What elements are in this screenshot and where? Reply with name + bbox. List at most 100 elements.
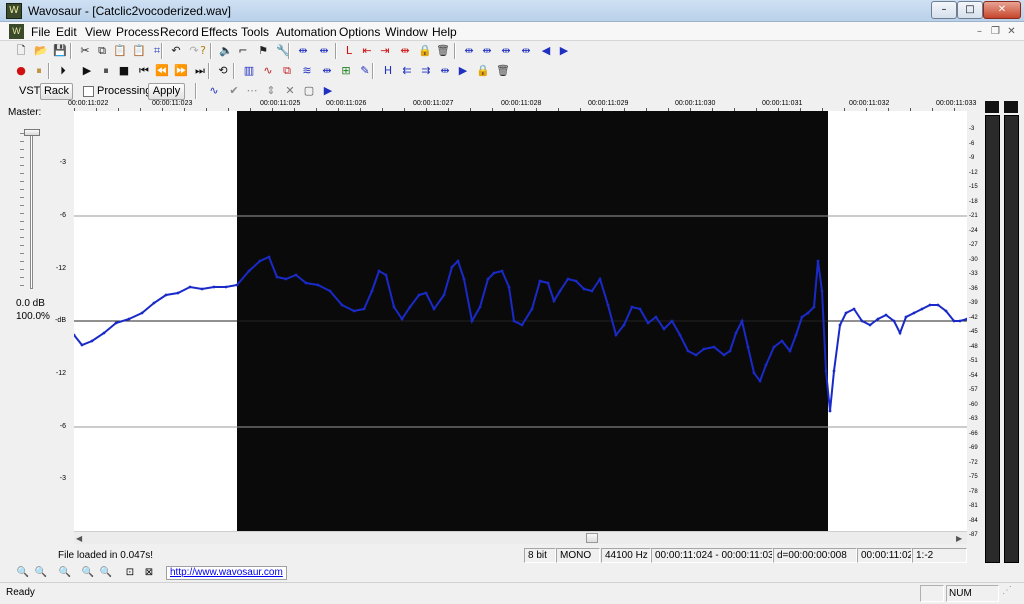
trim-icon[interactable]: ⌐: [235, 43, 251, 59]
check-icon[interactable]: ✔: [226, 83, 242, 99]
zoom-in-vertical-icon[interactable]: 🔍: [80, 565, 96, 581]
scroll-left-icon[interactable]: ◀: [76, 534, 82, 543]
normalize-icon[interactable]: ⇹: [295, 43, 311, 59]
menu-edit[interactable]: Edit: [56, 25, 77, 39]
stop-icon[interactable]: ■: [116, 63, 132, 79]
menu-file[interactable]: File: [31, 25, 50, 39]
pause-record-icon[interactable]: ⏸: [31, 63, 47, 79]
rewind-icon[interactable]: ⏪: [154, 63, 170, 79]
region-split-icon[interactable]: ⇹: [479, 43, 495, 59]
region-play-icon[interactable]: ▶: [455, 63, 471, 79]
lock-blue-icon[interactable]: 🔒: [475, 63, 491, 79]
region-join-icon[interactable]: ⇹: [498, 43, 514, 59]
grid-icon[interactable]: ⊞: [338, 63, 354, 79]
loop-blue-icon[interactable]: ⇹: [437, 63, 453, 79]
trash-blue-icon[interactable]: 🗑: [495, 63, 511, 79]
sample-point: [820, 289, 824, 293]
close-button[interactable]: ✕: [983, 1, 1021, 19]
menu-automation[interactable]: Automation: [276, 25, 337, 39]
next-region-icon[interactable]: ▶: [556, 43, 572, 59]
menu-help[interactable]: Help: [432, 25, 457, 39]
skip-start-icon[interactable]: ⏮: [136, 63, 152, 79]
automation-icon[interactable]: ∿: [206, 83, 222, 99]
delete-x-icon[interactable]: ✕: [282, 83, 298, 99]
toolbar-separator: [454, 43, 456, 59]
region-icon[interactable]: ⇹: [461, 43, 477, 59]
sample-point: [952, 319, 956, 323]
horizontal-scrollbar[interactable]: ◀ ▶: [74, 531, 967, 544]
copy-icon[interactable]: ⧉: [94, 43, 110, 59]
dotted-line-icon[interactable]: ⋯: [244, 83, 260, 99]
select-icon[interactable]: ▢: [301, 83, 317, 99]
menu-process[interactable]: Process: [116, 25, 159, 39]
envelope-icon[interactable]: ∿: [260, 63, 276, 79]
menu-tools[interactable]: Tools: [241, 25, 269, 39]
zoom-out-icon[interactable]: 🔍: [33, 565, 49, 581]
open-folder-icon[interactable]: 📂: [33, 43, 49, 59]
marker-blue-icon[interactable]: H: [380, 63, 396, 79]
save-icon[interactable]: 💾: [52, 43, 68, 59]
paste-new-icon[interactable]: 📋: [131, 43, 147, 59]
pause-icon[interactable]: ⏸: [98, 63, 114, 79]
document-icon[interactable]: W: [9, 24, 24, 39]
arrow-right-blue-icon[interactable]: ⇉: [418, 63, 434, 79]
resample-icon[interactable]: ⧉: [279, 63, 295, 79]
processing-checkbox[interactable]: [83, 86, 94, 97]
mdi-close-button[interactable]: ✕: [1004, 25, 1019, 39]
fast-forward-icon[interactable]: ⏩: [173, 63, 189, 79]
arrow-left-red-icon[interactable]: ⇤: [359, 43, 375, 59]
zoom-selection-icon[interactable]: ⊡: [122, 565, 138, 581]
record-icon[interactable]: ●: [13, 63, 29, 79]
maximize-button[interactable]: □: [957, 1, 983, 19]
undo-icon[interactable]: ↶: [168, 43, 184, 59]
loop-icon[interactable]: ⟲: [215, 63, 231, 79]
marker-red-icon[interactable]: L: [341, 43, 357, 59]
website-link[interactable]: http://www.wavosaur.com: [166, 566, 287, 580]
fade-icon[interactable]: ⇹: [316, 43, 332, 59]
zoom-out-vertical-icon[interactable]: 🔍: [98, 565, 114, 581]
speaker-icon[interactable]: 🔈: [218, 43, 234, 59]
loop-red-icon[interactable]: ⇹: [397, 43, 413, 59]
rack-button[interactable]: Rack: [40, 83, 73, 100]
mdi-restore-button[interactable]: ❐: [988, 25, 1003, 39]
lock-icon[interactable]: 🔒: [417, 43, 433, 59]
spectrum-icon[interactable]: ▥: [241, 63, 257, 79]
help-icon[interactable]: ?: [195, 43, 211, 59]
zoom-reset-icon[interactable]: ⊠: [141, 565, 157, 581]
region-move-icon[interactable]: ⇹: [518, 43, 534, 59]
arrow-left-blue-icon[interactable]: ⇇: [399, 63, 415, 79]
pin-icon[interactable]: ⇕: [263, 83, 279, 99]
play-from-start-icon[interactable]: ⏵: [55, 63, 71, 79]
db-scale-label: -21: [969, 213, 978, 219]
cut-icon[interactable]: ✂: [77, 43, 93, 59]
edit-marker-icon[interactable]: ⇹: [319, 63, 335, 79]
waveform-canvas[interactable]: [72, 111, 969, 531]
time-ruler[interactable]: 00:00:11:022 00:00:11:023 00:00:11:025 00:0…: [68, 100, 976, 112]
menu-window[interactable]: Window: [385, 25, 428, 39]
scroll-right-icon[interactable]: ▶: [956, 534, 962, 543]
arrow-right-red-icon[interactable]: ⇥: [377, 43, 393, 59]
menu-options[interactable]: Options: [339, 25, 380, 39]
waveform-view[interactable]: [72, 111, 969, 531]
waveform-icon[interactable]: ≋: [299, 63, 315, 79]
skip-end-icon[interactable]: ⏭: [192, 63, 208, 79]
marker-icon[interactable]: ⚑: [255, 43, 271, 59]
minimize-button[interactable]: –: [931, 1, 957, 19]
menu-effects[interactable]: Effects: [201, 25, 237, 39]
play-select-icon[interactable]: ▶: [320, 83, 336, 99]
master-slider-thumb[interactable]: [24, 129, 40, 136]
mdi-minimize-button[interactable]: –: [972, 25, 987, 39]
master-slider-track[interactable]: [30, 129, 33, 289]
menu-view[interactable]: View: [85, 25, 111, 39]
menu-record[interactable]: Record: [160, 25, 199, 39]
zoom-in-icon[interactable]: 🔍: [15, 565, 31, 581]
apply-button[interactable]: Apply: [148, 83, 185, 100]
prev-region-icon[interactable]: ◀: [538, 43, 554, 59]
trash-icon[interactable]: 🗑: [435, 43, 451, 59]
zoom-full-icon[interactable]: 🔍: [57, 565, 73, 581]
paste-icon[interactable]: 📋: [112, 43, 128, 59]
pencil-icon[interactable]: ✎: [357, 63, 373, 79]
scroll-thumb[interactable]: [586, 533, 598, 543]
play-icon[interactable]: ▶: [79, 63, 95, 79]
new-file-icon[interactable]: 🗋: [13, 43, 29, 59]
